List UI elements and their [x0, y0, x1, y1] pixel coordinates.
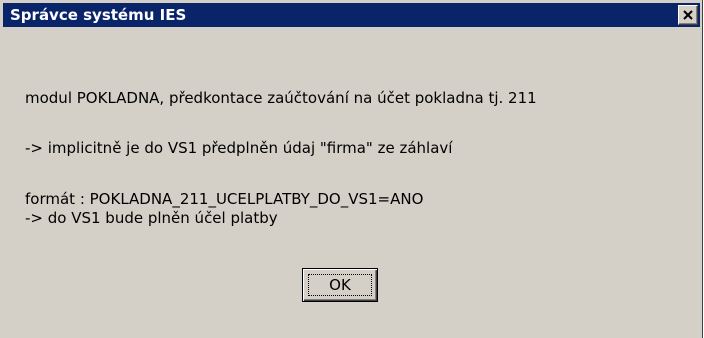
message-dialog: Správce systému IES modul POKLADNA, před…	[0, 0, 703, 338]
ok-button[interactable]: OK	[302, 268, 378, 302]
window-title: Správce systému IES	[10, 6, 187, 24]
message-line-1: modul POKLADNA, předkontace zaúčtování n…	[25, 89, 537, 107]
close-button[interactable]	[678, 5, 698, 25]
ok-button-label: OK	[329, 276, 351, 294]
message-line-4: -> do VS1 bude plněn účel platby	[25, 209, 278, 227]
title-bar[interactable]: Správce systému IES	[3, 3, 700, 27]
message-line-3: formát : POKLADNA_211_UCELPLATBY_DO_VS1=…	[25, 190, 424, 208]
message-line-2: -> implicitně je do VS1 předplněn údaj "…	[25, 139, 453, 157]
close-icon	[683, 10, 693, 20]
